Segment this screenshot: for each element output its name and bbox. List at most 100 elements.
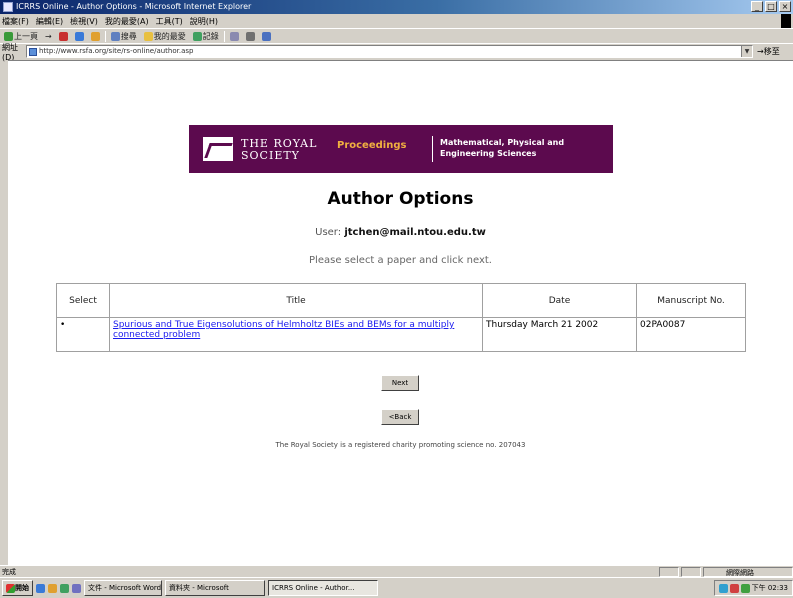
history-label: 記錄 — [202, 31, 219, 41]
refresh-button[interactable] — [73, 30, 86, 42]
banner-divider — [432, 136, 433, 162]
ie-icon — [3, 2, 13, 12]
back-arrow-icon — [4, 31, 13, 41]
address-url: http://www.rsfa.org/site/rs-online/autho… — [39, 47, 194, 55]
next-button[interactable]: Next — [381, 375, 419, 391]
favorites-button[interactable]: 我的最愛 — [142, 30, 188, 42]
table-header-row: Select Title Date Manuscript No. — [56, 283, 746, 318]
royal-society-banner: THE ROYAL SOCIETY Proceedings Mathematic… — [189, 125, 613, 173]
start-label: 開始 — [15, 584, 29, 592]
window-title: ICRRS Online - Author Options - Microsof… — [16, 2, 252, 11]
royal-society-logo-icon — [203, 137, 233, 161]
address-label: 網址(D) — [2, 42, 18, 62]
menu-help[interactable]: 說明(H) — [190, 16, 218, 27]
menu-file[interactable]: 檔案(F) — [2, 16, 29, 27]
history-button[interactable]: 記錄 — [191, 30, 221, 42]
manuscript-title-link[interactable]: Spurious and True Eigensolutions of Helm… — [109, 317, 483, 352]
title-bar: ICRRS Online - Author Options - Microsof… — [0, 0, 793, 14]
task-ie-active[interactable]: ICRRS Online - Author... — [268, 580, 378, 596]
go-button[interactable]: →移至 — [757, 46, 780, 57]
stop-button[interactable] — [57, 30, 70, 42]
user-line: User: jtchen@mail.ntou.edu.tw — [8, 227, 793, 238]
minimize-icon[interactable]: _ — [751, 1, 763, 12]
menu-tools[interactable]: 工具(T) — [156, 16, 183, 27]
toolbar-separator — [104, 30, 106, 42]
home-icon — [90, 31, 100, 41]
header-select: Select — [56, 283, 110, 318]
page-icon — [29, 48, 37, 56]
volume-icon[interactable] — [740, 583, 750, 593]
ie-quicklaunch-icon[interactable] — [36, 583, 45, 593]
status-bar: 完成 網際網路 — [0, 565, 793, 577]
edit-icon — [261, 31, 271, 41]
search-label: 搜尋 — [120, 31, 137, 41]
network-icon[interactable] — [718, 583, 728, 593]
clock: 下午 02:33 — [751, 584, 788, 592]
favorites-label: 我的最愛 — [153, 31, 186, 41]
windows-flag-icon — [6, 583, 15, 593]
menu-edit[interactable]: 編輯(E) — [36, 16, 63, 27]
search-button[interactable]: 搜尋 — [109, 30, 139, 42]
print-icon — [245, 31, 255, 41]
manuscript-number: 02PA0087 — [636, 317, 746, 352]
menu-favorites[interactable]: 我的最愛(A) — [105, 16, 149, 27]
status-cell — [681, 566, 701, 577]
home-button[interactable] — [89, 30, 102, 42]
subject-line2: Engineering Sciences — [440, 149, 537, 158]
star-icon — [143, 31, 153, 41]
table-row: • Spurious and True Eigensolutions of He… — [56, 317, 746, 352]
mail-button[interactable] — [228, 30, 241, 42]
system-tray: 下午 02:33 — [713, 580, 793, 596]
status-text: 完成 — [2, 567, 16, 576]
instruction-text: Please select a paper and click next. — [309, 255, 492, 266]
footer-note: The Royal Society is a registered charit… — [275, 441, 526, 449]
header-date: Date — [482, 283, 637, 318]
outlook-quicklaunch-icon[interactable] — [72, 583, 81, 593]
header-title: Title — [109, 283, 483, 318]
taskbar: 開始 文件 - Microsoft Word 資料夾 - Microsoft I… — [0, 577, 793, 598]
header-manuscript: Manuscript No. — [636, 283, 746, 318]
user-label: User: — [315, 227, 342, 238]
task-word[interactable]: 文件 - Microsoft Word — [84, 580, 162, 596]
print-button[interactable] — [244, 30, 257, 42]
stop-icon — [58, 31, 68, 41]
select-radio[interactable]: • — [56, 317, 110, 352]
toolbar: 上一頁 → 搜尋 我的最愛 記錄 — [0, 28, 793, 43]
back-label: 上一頁 — [14, 31, 38, 41]
menu-view[interactable]: 檢視(V) — [70, 16, 98, 27]
edit-button[interactable] — [260, 30, 273, 42]
window-controls: _ □ × — [751, 1, 791, 13]
page-content: THE ROYAL SOCIETY Proceedings Mathematic… — [8, 60, 793, 565]
org-name-line2: SOCIETY — [241, 149, 300, 162]
refresh-icon — [74, 31, 84, 41]
media-quicklaunch-icon[interactable] — [60, 583, 69, 593]
dropdown-arrow-icon[interactable]: ▼ — [741, 46, 752, 57]
search-icon — [110, 31, 120, 41]
toolbar-separator — [223, 30, 225, 42]
history-icon — [192, 31, 202, 41]
page-title: Author Options — [327, 189, 474, 209]
start-button[interactable]: 開始 — [2, 580, 33, 596]
menu-bar: 檔案(F) 編輯(E) 檢視(V) 我的最愛(A) 工具(T) 說明(H) — [0, 14, 793, 28]
forward-icon: → — [45, 31, 52, 41]
antivirus-icon[interactable] — [729, 583, 739, 593]
mail-icon — [229, 31, 239, 41]
address-input[interactable]: http://www.rsfa.org/site/rs-online/autho… — [26, 45, 753, 58]
forward-button[interactable]: → — [43, 30, 54, 42]
address-bar: 網址(D) http://www.rsfa.org/site/rs-online… — [0, 42, 793, 62]
manuscript-table: Select Title Date Manuscript No. • Spuri… — [56, 283, 746, 352]
back-page-button[interactable]: <Back — [381, 409, 419, 425]
status-cell — [659, 566, 679, 577]
maximize-icon[interactable]: □ — [765, 1, 777, 12]
journal-name: Proceedings — [337, 140, 407, 151]
task-explorer[interactable]: 資料夾 - Microsoft — [165, 580, 265, 596]
close-icon[interactable]: × — [779, 1, 791, 12]
browser-window: ICRRS Online - Author Options - Microsof… — [0, 0, 793, 598]
zone-indicator: 網際網路 — [703, 566, 793, 577]
back-button[interactable]: 上一頁 — [2, 30, 40, 42]
user-email: jtchen@mail.ntou.edu.tw — [344, 227, 486, 238]
windows-logo-icon — [781, 14, 791, 28]
subject-line1: Mathematical, Physical and — [440, 138, 565, 147]
manuscript-date: Thursday March 21 2002 — [482, 317, 637, 352]
folder-quicklaunch-icon[interactable] — [48, 583, 57, 593]
